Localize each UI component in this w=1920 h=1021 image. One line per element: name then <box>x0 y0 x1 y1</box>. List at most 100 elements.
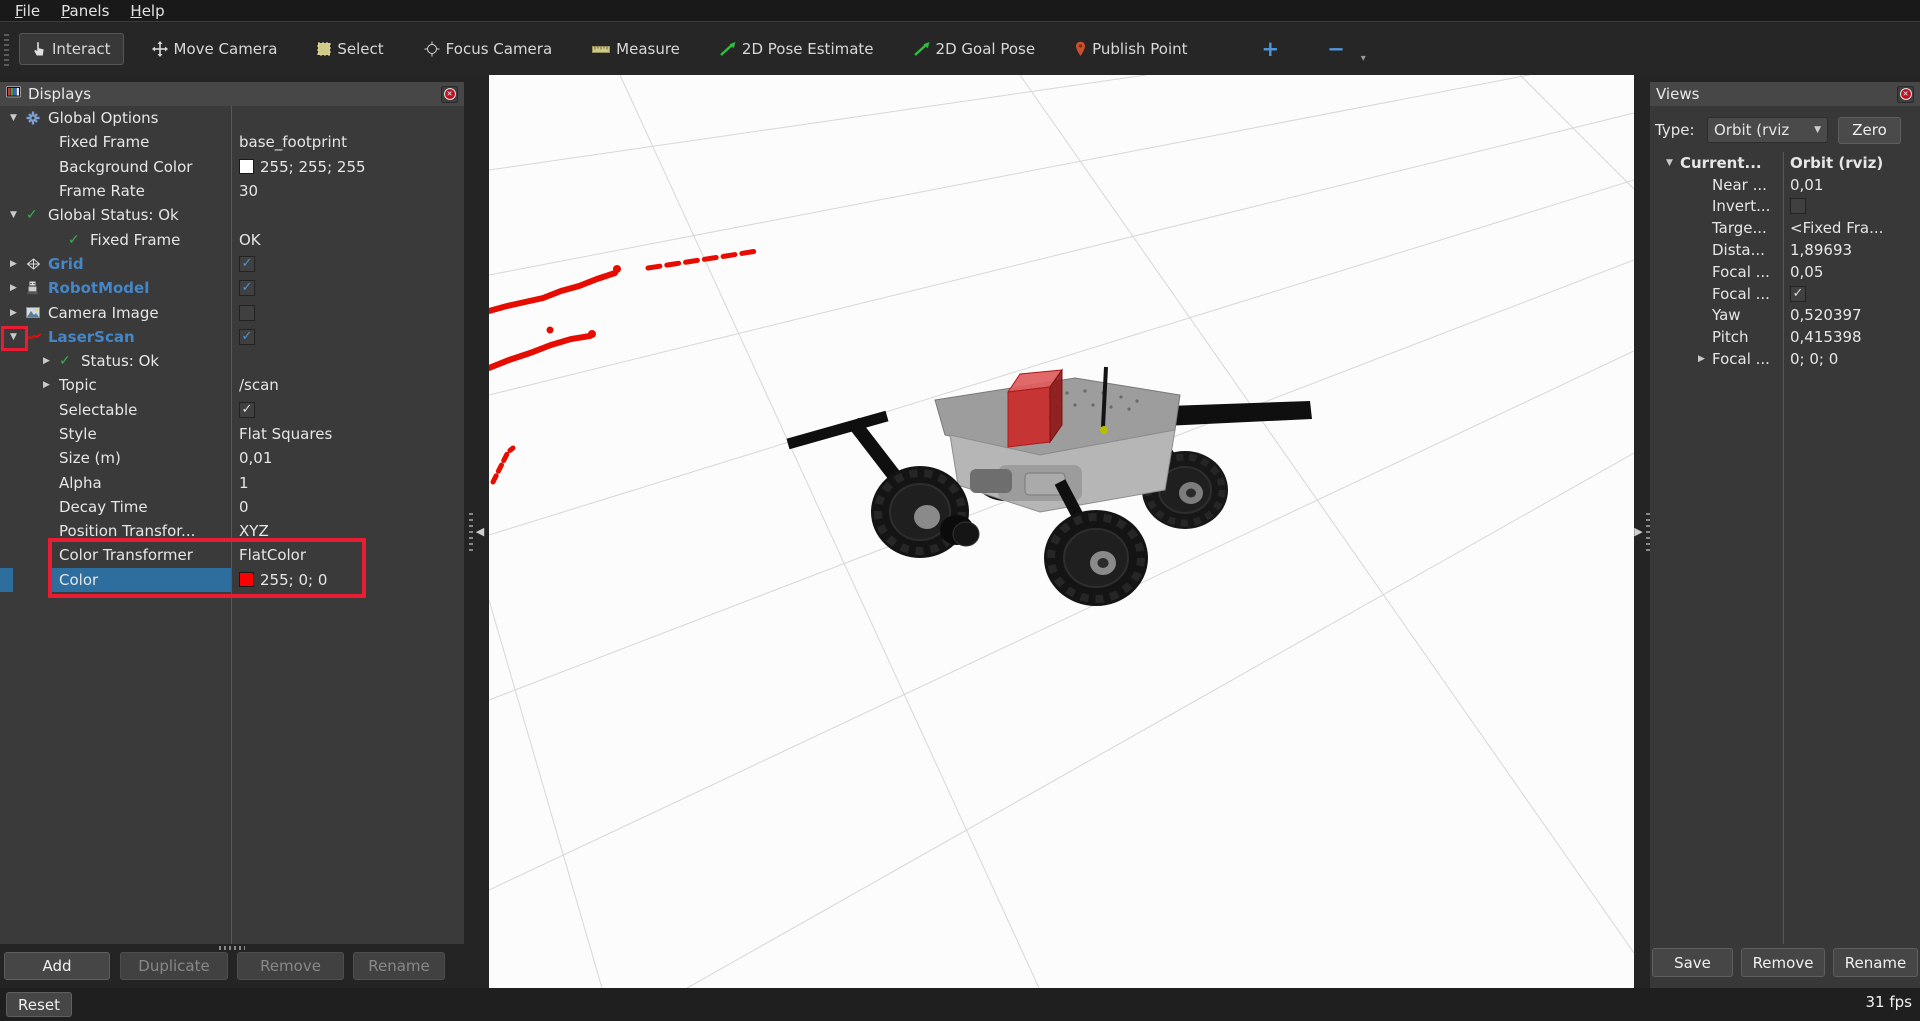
branch-right-icon[interactable]: ▶ <box>43 356 59 366</box>
row-value: ✓ <box>231 325 464 349</box>
tool-2d-pose-estimate[interactable]: 2D Pose Estimate <box>708 34 886 64</box>
remove-display-button[interactable]: Remove <box>237 952 344 980</box>
display-row-fixed-frame[interactable]: ✓Fixed FrameOK <box>0 227 464 251</box>
tool-label: Interact <box>52 40 111 58</box>
view-row-pitch[interactable]: Pitch0,415398 <box>1650 326 1920 348</box>
display-row-position-transfor[interactable]: Position Transfor...XYZ <box>0 519 464 543</box>
row-label: Status: Ok <box>81 352 159 370</box>
display-row-laserscan[interactable]: ▼LaserScan✓ <box>0 325 464 349</box>
display-row-decay-time[interactable]: Decay Time0 <box>0 495 464 519</box>
save-view-button[interactable]: Save <box>1652 948 1733 977</box>
checkbox[interactable] <box>1790 198 1806 214</box>
menu-file[interactable]: File <box>6 1 49 21</box>
view-row-invert[interactable]: Invert... <box>1650 196 1920 218</box>
view-row-focal[interactable]: Focal ...✓ <box>1650 283 1920 305</box>
display-row-camera-image[interactable]: ▶Camera Image <box>0 300 464 324</box>
display-row-frame-rate[interactable]: Frame Rate30 <box>0 179 464 203</box>
checkbox[interactable] <box>239 305 255 321</box>
view-row-near[interactable]: Near ...0,01 <box>1650 174 1920 196</box>
right-splitter[interactable]: ▶ <box>1634 75 1650 988</box>
crosshair-icon <box>424 41 440 57</box>
branch-down-icon[interactable]: ▼ <box>10 332 26 342</box>
branch-right-icon[interactable]: ▶ <box>1698 354 1712 364</box>
tool-label: Publish Point <box>1092 40 1187 58</box>
toolbar-grip[interactable] <box>4 32 9 66</box>
laser-icon <box>26 331 48 343</box>
menu-panels[interactable]: Panels <box>52 1 118 21</box>
display-row-grid[interactable]: ▶Grid✓ <box>0 252 464 276</box>
3d-viewport[interactable] <box>489 75 1634 988</box>
add-tool-button[interactable]: + <box>1252 37 1290 61</box>
value-text: 0,01 <box>239 449 272 467</box>
display-row-style[interactable]: StyleFlat Squares <box>0 422 464 446</box>
displays-tree: ▼Global OptionsFixed Framebase_footprint… <box>0 106 464 944</box>
tool-select[interactable]: Select <box>305 34 395 64</box>
close-views-button[interactable]: ✕ <box>1897 86 1914 103</box>
view-row-focal[interactable]: Focal ...0,05 <box>1650 261 1920 283</box>
display-row-topic[interactable]: ▶Topic/scan <box>0 373 464 397</box>
tool-2d-goal-pose[interactable]: 2D Goal Pose <box>902 34 1048 64</box>
view-row-yaw[interactable]: Yaw0,520397 <box>1650 305 1920 327</box>
branch-right-icon[interactable]: ▶ <box>10 283 26 293</box>
value-text: Flat Squares <box>239 425 332 443</box>
left-splitter[interactable]: ◀ <box>464 75 489 988</box>
tool-publish-point[interactable]: Publish Point <box>1063 34 1199 64</box>
display-row-selectable[interactable]: Selectable✓ <box>0 398 464 422</box>
tool-move-camera[interactable]: Move Camera <box>140 34 290 64</box>
zero-button[interactable]: Zero <box>1838 117 1901 144</box>
row-value: 0,05 <box>1783 261 1920 283</box>
view-row-current[interactable]: ▼Current...Orbit (rviz) <box>1650 152 1920 174</box>
row-label: Pitch <box>1712 328 1749 346</box>
branch-down-icon[interactable]: ▼ <box>10 113 26 123</box>
display-row-color-transformer[interactable]: Color TransformerFlatColor <box>0 543 464 567</box>
checkbox[interactable]: ✓ <box>1790 286 1806 302</box>
panel-resize-handle[interactable] <box>219 946 245 950</box>
tool-focus-camera[interactable]: Focus Camera <box>412 34 564 64</box>
row-value: ✓ <box>231 398 464 422</box>
checkbox[interactable]: ✓ <box>239 402 255 418</box>
display-row-global-status-ok[interactable]: ▼✓Global Status: Ok <box>0 203 464 227</box>
row-value: 1 <box>231 470 464 494</box>
duplicate-display-button[interactable]: Duplicate <box>120 952 228 980</box>
close-displays-button[interactable]: ✕ <box>441 86 458 103</box>
displays-panel-header: Displays ✕ <box>0 82 464 106</box>
display-row-fixed-frame[interactable]: Fixed Framebase_footprint <box>0 130 464 154</box>
branch-right-icon[interactable]: ▶ <box>43 380 59 390</box>
branch-right-icon[interactable]: ▶ <box>10 308 26 318</box>
row-label: RobotModel <box>48 279 149 297</box>
remove-tool-button[interactable]: − <box>1317 37 1355 61</box>
display-row-color[interactable]: Color255; 0; 0 <box>0 568 464 592</box>
view-row-targe[interactable]: Targe...<Fixed Fra... <box>1650 217 1920 239</box>
toolbar-overflow-icon[interactable]: ▾ <box>1361 53 1366 64</box>
view-row-focal[interactable]: ▶Focal ...0; 0; 0 <box>1650 348 1920 370</box>
color-swatch <box>239 572 254 587</box>
checkbox[interactable]: ✓ <box>239 280 255 296</box>
display-row-global-options[interactable]: ▼Global Options <box>0 106 464 130</box>
tool-measure[interactable]: Measure <box>580 34 692 64</box>
display-row-size-m[interactable]: Size (m)0,01 <box>0 446 464 470</box>
display-row-robotmodel[interactable]: ▶ RobotModel ✓ <box>0 276 464 300</box>
tool-interact[interactable]: Interact <box>19 33 124 65</box>
rename-display-button[interactable]: Rename <box>353 952 445 980</box>
value-text: FlatColor <box>239 546 306 564</box>
branch-down-icon[interactable]: ▼ <box>10 210 26 220</box>
rename-view-button[interactable]: Rename <box>1833 948 1918 977</box>
remove-view-button[interactable]: Remove <box>1741 948 1825 977</box>
value-text: 1 <box>239 474 249 492</box>
view-row-dista[interactable]: Dista...1,89693 <box>1650 239 1920 261</box>
row-label: Decay Time <box>59 498 148 516</box>
view-type-dropdown[interactable]: Orbit (rviz ▼ <box>1707 117 1828 143</box>
checkbox[interactable]: ✓ <box>239 329 255 345</box>
reset-button[interactable]: Reset <box>6 992 72 1017</box>
value-text: 1,89693 <box>1790 241 1852 259</box>
branch-down-icon[interactable]: ▼ <box>1666 158 1680 168</box>
branch-right-icon[interactable]: ▶ <box>10 259 26 269</box>
checkbox[interactable]: ✓ <box>239 256 255 272</box>
row-label: Alpha <box>59 474 102 492</box>
display-row-background-color[interactable]: Background Color255; 255; 255 <box>0 155 464 179</box>
menu-help[interactable]: Help <box>121 1 173 21</box>
value-text: 255; 255; 255 <box>260 158 366 176</box>
display-row-alpha[interactable]: Alpha 1 <box>0 470 464 494</box>
add-display-button[interactable]: Add <box>4 952 110 980</box>
display-row-status-ok[interactable]: ▶✓Status: Ok <box>0 349 464 373</box>
